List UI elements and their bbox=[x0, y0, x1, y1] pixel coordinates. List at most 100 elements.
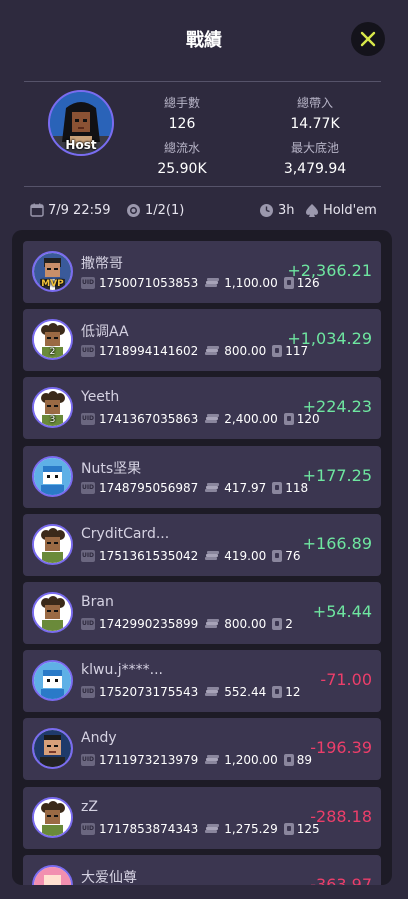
player-row[interactable]: klwu.j****... UID 1752073175543 552.44 1… bbox=[23, 650, 381, 713]
player-profit: -71.00 bbox=[320, 670, 372, 690]
host-badge: Host bbox=[65, 138, 97, 152]
player-name: CryditCard... bbox=[81, 525, 170, 542]
chips-icon bbox=[205, 823, 220, 833]
close-button[interactable] bbox=[351, 22, 385, 56]
player-buyin: 800.00 bbox=[224, 617, 267, 631]
player-avatar[interactable] bbox=[32, 796, 73, 838]
spade-icon bbox=[306, 203, 318, 217]
player-row[interactable]: Bran UID 1742990235899 800.00 2 +54.44 bbox=[23, 582, 381, 644]
hands-icon bbox=[283, 822, 294, 835]
player-avatar-image bbox=[34, 525, 71, 563]
chips-icon bbox=[205, 414, 220, 424]
player-meta: UID 1748795056987 417.97 118 bbox=[81, 481, 308, 495]
chips-icon bbox=[205, 687, 220, 697]
player-avatar[interactable] bbox=[32, 592, 73, 633]
player-uid: 1748795056987 bbox=[99, 480, 199, 495]
player-row[interactable]: Andy UID 1711973213979 1,200.00 89 -196.… bbox=[23, 718, 381, 781]
uid-icon: UID bbox=[81, 277, 95, 289]
hands-icon bbox=[283, 413, 294, 426]
player-meta: UID 1717853874343 1,275.29 125 bbox=[81, 822, 320, 836]
player-avatar[interactable]: MVP bbox=[32, 251, 73, 292]
player-buyin: 419.00 bbox=[224, 548, 267, 563]
calendar-icon bbox=[30, 203, 44, 217]
player-avatar-image bbox=[34, 798, 71, 836]
datetime-text: 7/9 22:59 bbox=[48, 202, 111, 218]
player-profit: +54.44 bbox=[312, 602, 372, 621]
player-uid: 1718994141602 bbox=[99, 344, 199, 359]
player-avatar-image bbox=[34, 730, 71, 768]
player-row[interactable]: CryditCard... UID 1751361535042 419.00 7… bbox=[23, 513, 381, 576]
player-name: klwu.j****... bbox=[81, 662, 164, 679]
player-profit: +2,366.21 bbox=[287, 261, 372, 280]
player-row[interactable]: MVP 撒幣哥 UID 1750071053853 1,100.00 126 +… bbox=[23, 241, 381, 303]
player-meta: UID 1752073175543 552.44 12 bbox=[81, 685, 301, 699]
player-avatar[interactable] bbox=[32, 660, 73, 702]
player-avatar[interactable] bbox=[32, 523, 73, 565]
divider bbox=[24, 186, 381, 187]
player-row[interactable]: 大爱仙尊 -363.97 bbox=[23, 854, 381, 885]
player-hands: 12 bbox=[285, 685, 301, 700]
game-type: Hold'em bbox=[305, 198, 377, 222]
uid-icon: UID bbox=[81, 345, 95, 358]
player-hands: 76 bbox=[285, 548, 301, 563]
duration-text: 3h bbox=[278, 202, 295, 218]
player-profit: +177.25 bbox=[302, 465, 372, 485]
player-avatar[interactable]: 2 bbox=[32, 319, 73, 361]
player-avatar-image bbox=[34, 866, 71, 885]
uid-icon: UID bbox=[81, 822, 95, 835]
player-name: Yeeth bbox=[81, 389, 120, 406]
chips-icon bbox=[205, 755, 220, 765]
player-uid: 1711973213979 bbox=[99, 753, 199, 768]
player-row[interactable]: 2 低调AA UID 1718994141602 800.00 117 +1,0… bbox=[23, 309, 381, 372]
player-buyin: 2,400.00 bbox=[224, 412, 278, 427]
header-bar: 戰績 bbox=[0, 0, 408, 76]
player-buyin: 552.44 bbox=[224, 685, 267, 700]
player-avatar-image bbox=[34, 662, 71, 700]
player-avatar[interactable]: 3 bbox=[32, 387, 73, 429]
player-meta: UID 1742990235899 800.00 2 bbox=[81, 617, 293, 631]
player-uid: 1717853874343 bbox=[99, 821, 199, 836]
player-row[interactable]: Nuts坚果 UID 1748795056987 417.97 118 +177… bbox=[23, 445, 381, 508]
player-buyin: 1,275.29 bbox=[224, 821, 278, 836]
player-buyin: 800.00 bbox=[224, 344, 267, 359]
player-results-list[interactable]: MVP 撒幣哥 UID 1750071053853 1,100.00 126 +… bbox=[12, 230, 392, 885]
player-avatar[interactable] bbox=[32, 455, 73, 497]
stat-label: 總流水 bbox=[163, 141, 200, 155]
player-meta: UID 1750071053853 1,100.00 126 bbox=[81, 276, 320, 290]
uid-icon: UID bbox=[81, 754, 95, 767]
player-avatar-image bbox=[34, 594, 71, 631]
chips-icon bbox=[205, 550, 220, 560]
stat-total-buyin: 總帶入 14.77K bbox=[260, 94, 370, 132]
stat-value: 14.77K bbox=[290, 116, 340, 132]
close-icon bbox=[360, 31, 376, 47]
page-title: 戰績 bbox=[186, 30, 222, 51]
player-row[interactable]: zZ UID 1717853874343 1,275.29 125 -288.1… bbox=[23, 786, 381, 849]
player-avatar-image bbox=[34, 457, 71, 495]
player-rank-badge: 2 bbox=[49, 347, 56, 358]
player-profit: +166.89 bbox=[302, 533, 372, 553]
player-meta: UID 1711973213979 1,200.00 89 bbox=[81, 753, 312, 767]
player-name: Andy bbox=[81, 730, 117, 747]
chips-icon bbox=[205, 619, 220, 628]
game-info-row: 7/9 22:59 1/2(1) 3h Hold'em bbox=[0, 198, 408, 222]
stat-total-rake: 總流水 25.90K bbox=[127, 139, 237, 177]
stat-max-pot: 最大底池 3,479.94 bbox=[260, 139, 370, 177]
player-uid: 1742990235899 bbox=[99, 617, 199, 631]
host-avatar[interactable]: Host bbox=[48, 90, 114, 156]
stat-value: 3,479.94 bbox=[283, 161, 347, 177]
stat-total-hands: 總手數 126 bbox=[127, 94, 237, 132]
clock-icon bbox=[260, 203, 273, 217]
stat-label: 總手數 bbox=[163, 96, 200, 110]
player-avatar[interactable] bbox=[32, 728, 73, 770]
hands-icon bbox=[272, 549, 283, 562]
uid-icon: UID bbox=[81, 618, 95, 630]
stat-label: 最大底池 bbox=[290, 141, 339, 155]
hands-icon bbox=[283, 754, 294, 767]
player-avatar[interactable] bbox=[32, 864, 73, 885]
player-profit: -363.97 bbox=[310, 874, 372, 885]
hands-icon bbox=[272, 686, 283, 699]
uid-icon: UID bbox=[81, 481, 95, 494]
player-name: Nuts坚果 bbox=[81, 460, 142, 477]
player-row[interactable]: 3 Yeeth UID 1741367035863 2,400.00 120 +… bbox=[23, 377, 381, 440]
summary-panel: Host 總手數 126 總帶入 14.77K 總流水 25.90K 最大底池 … bbox=[0, 82, 408, 186]
